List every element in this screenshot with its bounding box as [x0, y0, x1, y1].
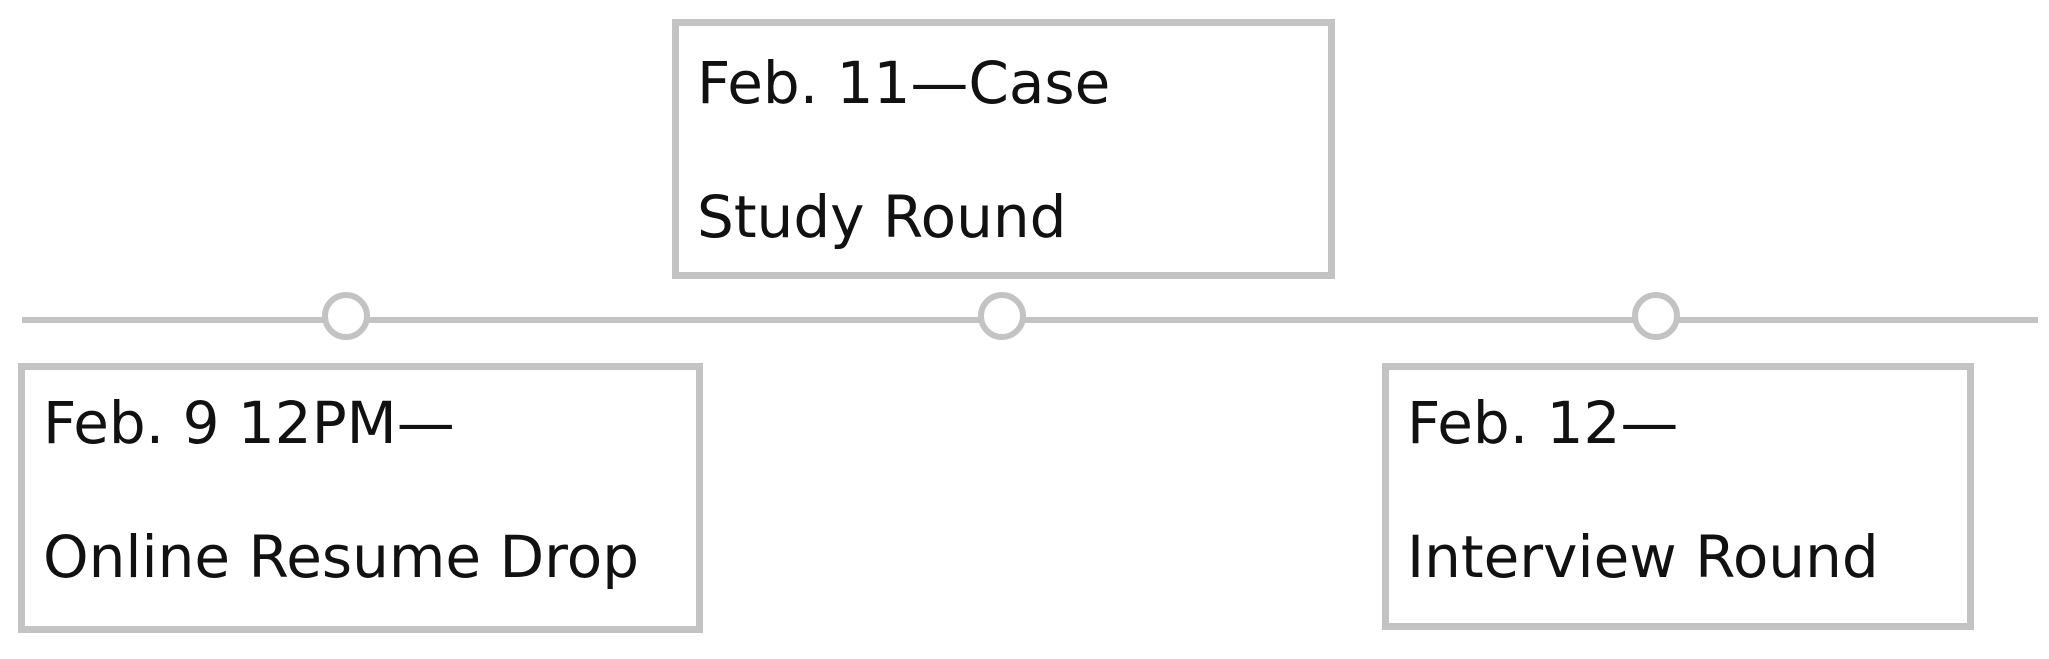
- event-box-resume-drop: Feb. 9 12PM— Online Resume Drop: [18, 363, 703, 633]
- event-label-text: Online Resume Drop: [43, 523, 640, 591]
- event-label-text: Study Round: [697, 183, 1067, 251]
- event-label-text: Interview Round: [1407, 523, 1879, 591]
- event-date-text: Feb. 9 12PM—: [43, 389, 455, 457]
- event-date-text: Feb. 12—: [1407, 389, 1679, 457]
- event-box-interview: Feb. 12— Interview Round: [1382, 363, 1974, 630]
- event-date-text: Feb. 11—Case: [697, 49, 1111, 117]
- timeline-diagram: Feb. 9 12PM— Online Resume Drop Feb. 11—…: [0, 0, 2049, 659]
- timeline-node-1: [322, 292, 370, 340]
- timeline-node-3: [1632, 292, 1680, 340]
- timeline-node-2: [978, 292, 1026, 340]
- event-box-case-study: Feb. 11—Case Study Round: [672, 19, 1335, 279]
